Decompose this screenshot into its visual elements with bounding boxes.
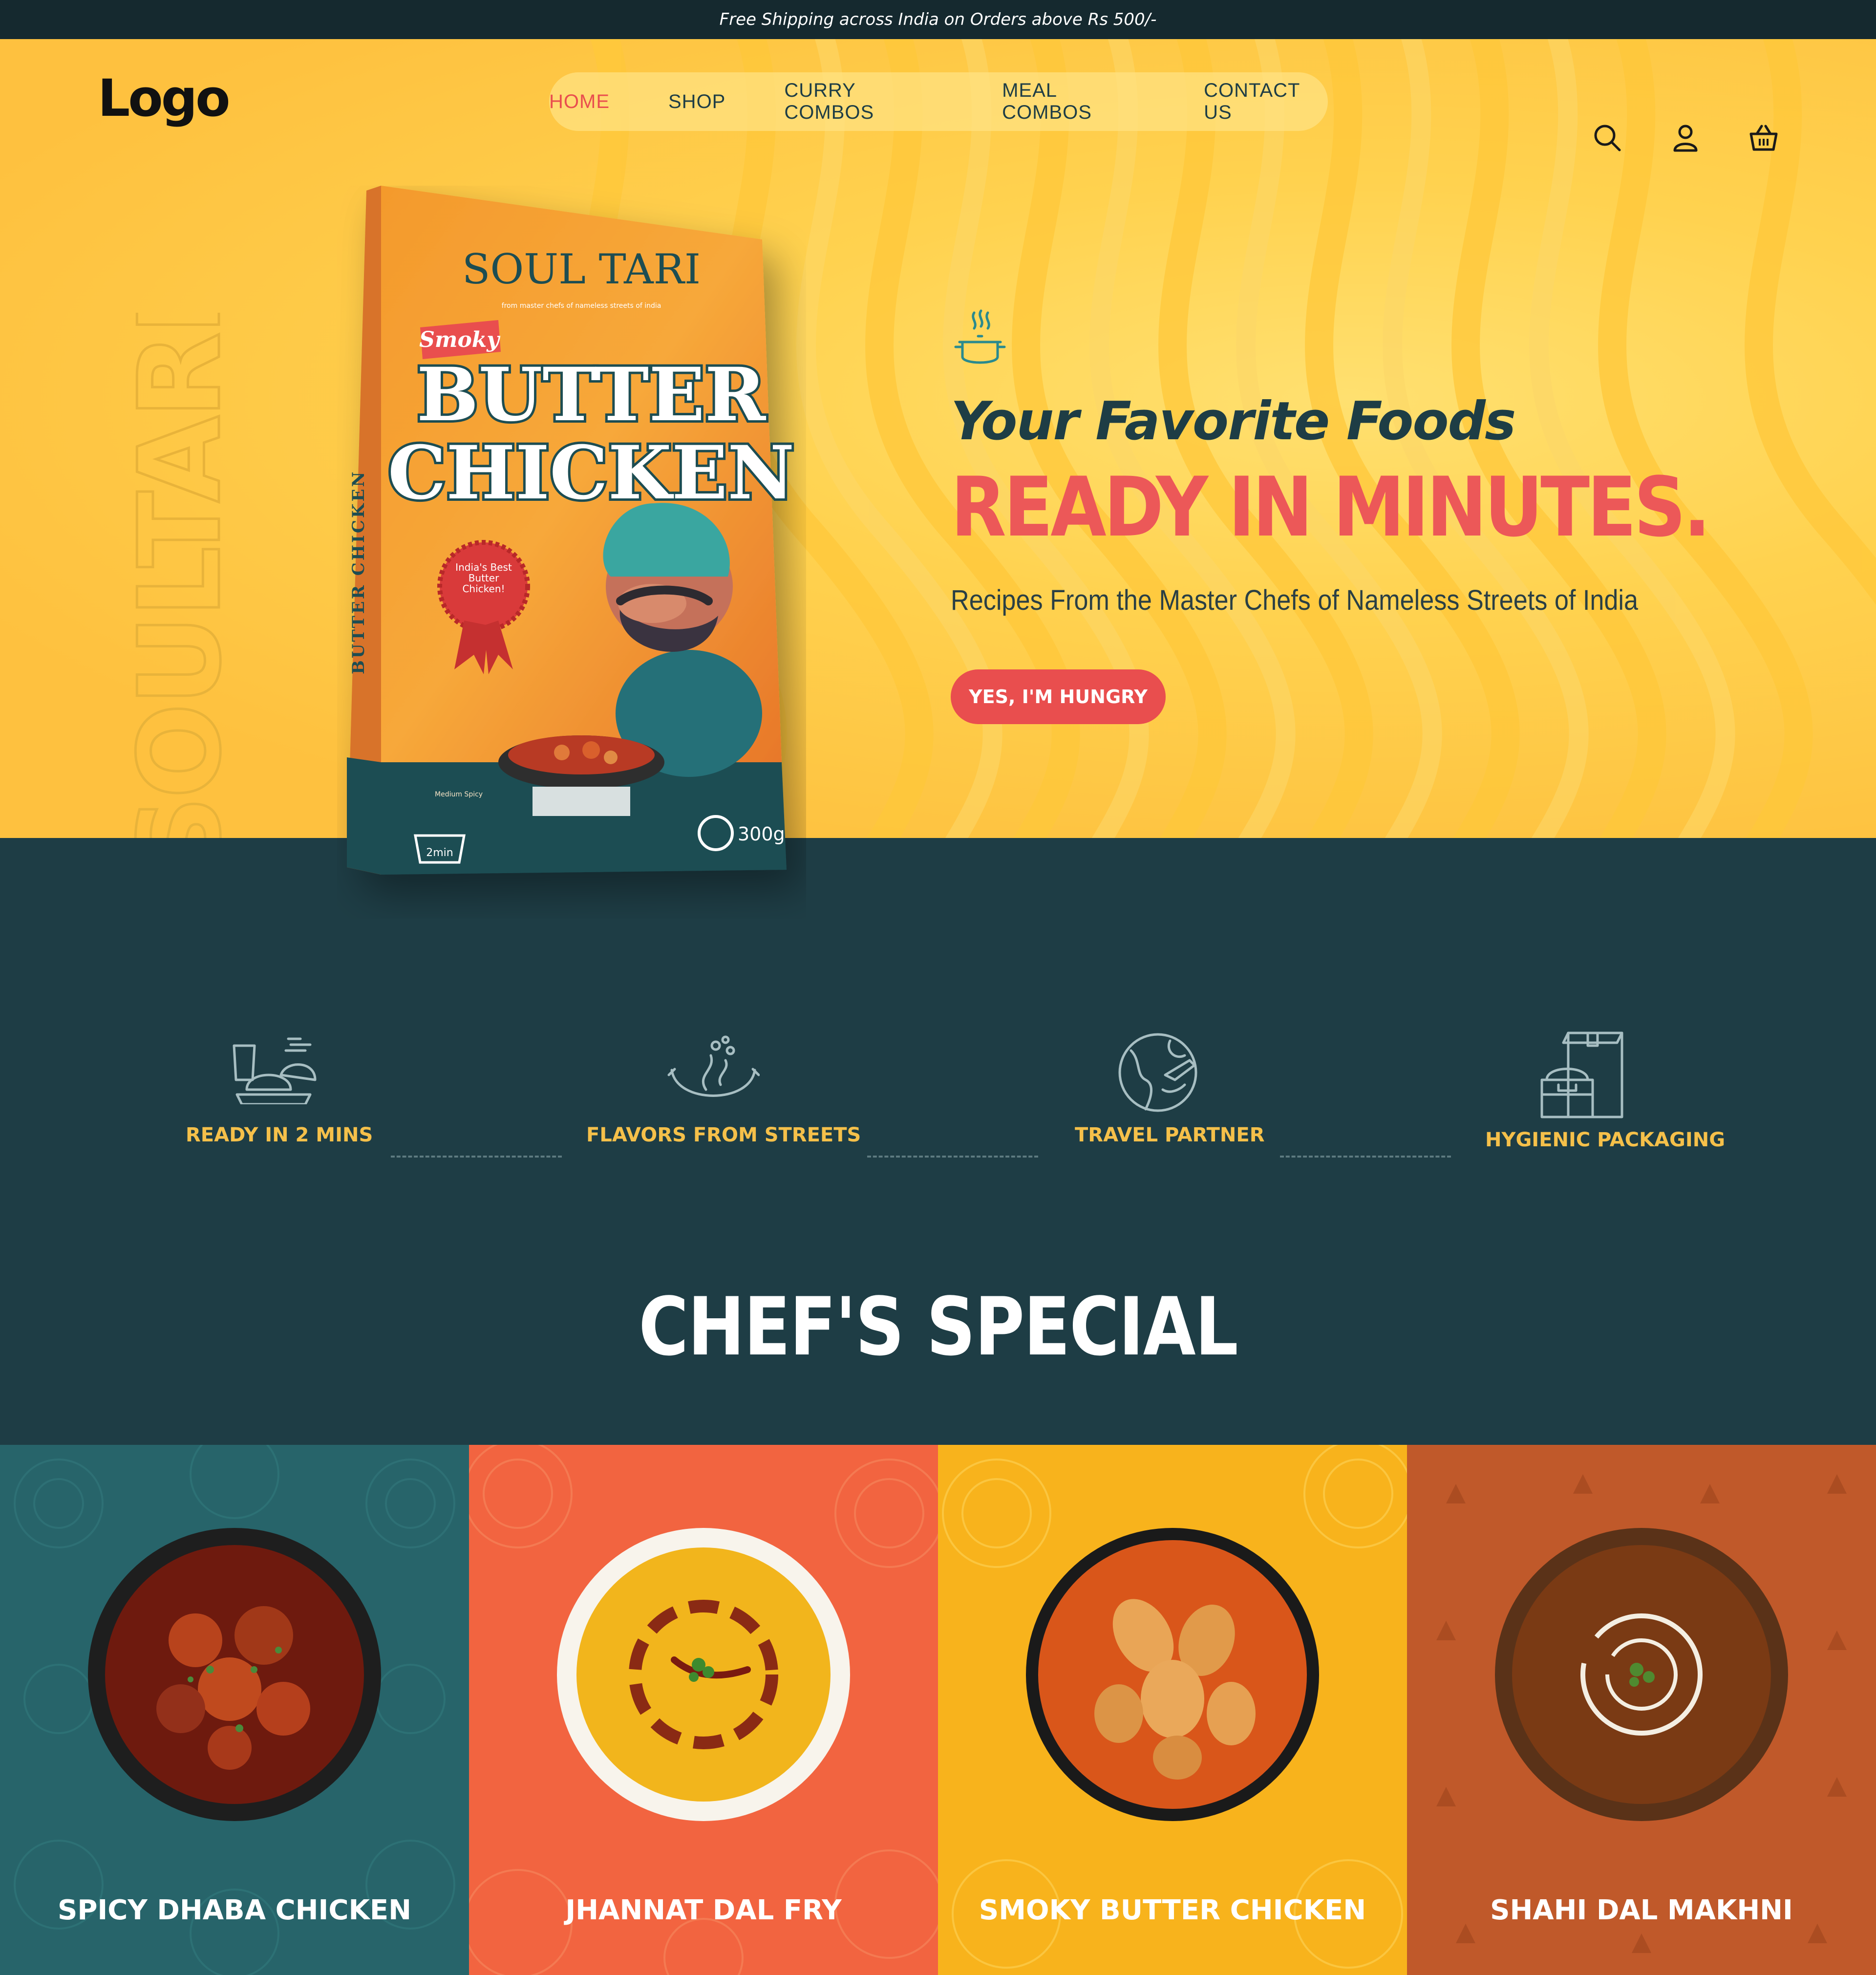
- hungry-cta-button[interactable]: YES, I'M HUNGRY: [951, 669, 1166, 724]
- svg-text:BUTTER: BUTTER: [417, 352, 767, 438]
- svg-text:SOUL TARI: SOUL TARI: [462, 245, 701, 293]
- nav-item-shop[interactable]: SHOP: [668, 91, 725, 113]
- nav-item-meal-combos[interactable]: MEAL COMBOS: [1002, 80, 1145, 124]
- hero-headline-big: READY IN MINUTES.: [951, 459, 1711, 555]
- special-card-title: SMOKY BUTTER CHICKEN: [979, 1894, 1366, 1926]
- special-card-shahi-dal-makhni[interactable]: SHAHI DAL MAKHNI: [1407, 1445, 1876, 1975]
- steaming-pot-icon: [951, 308, 1009, 376]
- main-navigation: HOME SHOP CURRY COMBOS MEAL COMBOS CONTA…: [549, 72, 1328, 131]
- svg-text:from master chefs of nameless: from master chefs of nameless streets of…: [502, 302, 661, 310]
- feature-divider: [391, 1156, 562, 1158]
- meal-tray-icon: [233, 1037, 317, 1104]
- hero-headline-small: Your Favorite Foods: [951, 391, 1516, 452]
- nav-item-curry-combos[interactable]: CURRY COMBOS: [784, 80, 943, 124]
- feature-travel-partner: TRAVEL PARTNER: [1075, 1031, 1265, 1146]
- basket-icon[interactable]: [1748, 122, 1779, 153]
- feature-label: READY IN 2 MINS: [186, 1124, 373, 1146]
- feature-flavors-from-streets: FLAVORS FROM STREETS: [586, 1031, 861, 1146]
- vertical-brand-watermark: SOULTARI: [129, 313, 247, 838]
- feature-hygienic-packaging: HYGIENIC PACKAGING: [1485, 1031, 1726, 1151]
- feature-ready-in-2-mins: READY IN 2 MINS: [186, 1031, 373, 1146]
- spicy-dhaba-chicken-bowl-image: [88, 1528, 381, 1821]
- chefs-special-heading: CHEF'S SPECIAL: [639, 1280, 1238, 1374]
- spice-bowl-icon: [667, 1035, 760, 1097]
- svg-text:SOULTARI: SOULTARI: [129, 313, 246, 838]
- feature-divider: [1280, 1156, 1451, 1158]
- feature-label: FLAVORS FROM STREETS: [586, 1124, 861, 1146]
- special-card-smoky-butter-chicken[interactable]: SMOKY BUTTER CHICKEN: [938, 1445, 1407, 1975]
- feature-label: TRAVEL PARTNER: [1075, 1124, 1265, 1146]
- feature-divider: [867, 1156, 1038, 1158]
- shipping-announcement-bar: Free Shipping across India on Orders abo…: [0, 0, 1876, 39]
- butter-chicken-package-image: BUTTER CHICKEN SOUL TARI from master che…: [347, 186, 797, 875]
- shipping-announcement-text: Free Shipping across India on Orders abo…: [719, 10, 1157, 29]
- shahi-dal-makhni-bowl-image: [1495, 1528, 1788, 1821]
- jhannat-dal-fry-bowl-image: [557, 1528, 850, 1821]
- special-card-title: JHANNAT DAL FRY: [565, 1894, 842, 1926]
- search-icon[interactable]: [1592, 122, 1623, 153]
- nav-item-home[interactable]: HOME: [549, 91, 610, 113]
- nav-item-contact-us[interactable]: CONTACT US: [1204, 80, 1328, 124]
- feature-label: HYGIENIC PACKAGING: [1485, 1129, 1726, 1151]
- svg-text:2min: 2min: [426, 847, 453, 859]
- svg-text:300g: 300g: [738, 823, 785, 845]
- special-card-spicy-dhaba-chicken[interactable]: SPICY DHABA CHICKEN: [0, 1445, 469, 1975]
- package-box-icon: [1540, 1031, 1623, 1118]
- svg-text:BUTTER CHICKEN: BUTTER CHICKEN: [349, 470, 368, 674]
- smoky-butter-chicken-bowl-image: [1026, 1528, 1319, 1821]
- site-logo[interactable]: Logo: [98, 68, 231, 128]
- hero-wave-pattern: [572, 39, 1876, 838]
- hero-subheadline: Recipes From the Master Chefs of Nameles…: [951, 584, 1639, 616]
- special-card-title: SHAHI DAL MAKHNI: [1490, 1894, 1793, 1926]
- svg-text:CHICKEN: CHICKEN: [388, 430, 794, 516]
- hero-section: Logo HOME SHOP CURRY COMBOS MEAL COMBOS …: [0, 39, 1876, 838]
- globe-plane-icon: [1118, 1033, 1197, 1112]
- svg-text:Medium Spicy: Medium Spicy: [435, 791, 483, 798]
- user-icon[interactable]: [1670, 122, 1701, 153]
- special-card-jhannat-dal-fry[interactable]: JHANNAT DAL FRY: [469, 1445, 938, 1975]
- svg-text:Smoky: Smoky: [419, 327, 501, 352]
- special-card-title: SPICY DHABA CHICKEN: [58, 1894, 411, 1926]
